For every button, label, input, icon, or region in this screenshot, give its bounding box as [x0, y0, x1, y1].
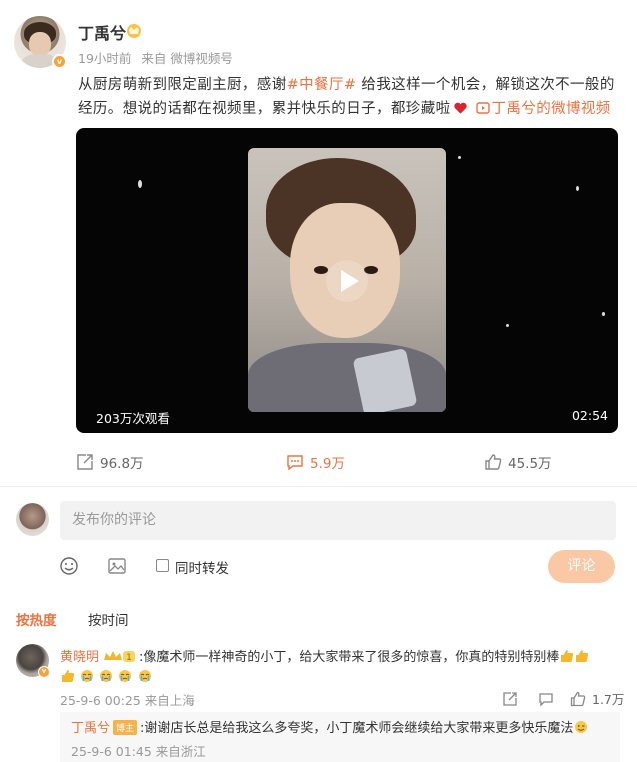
thumbs-up-icon	[561, 650, 574, 662]
comment-icon	[287, 455, 303, 471]
blogger-badge: 博主	[113, 720, 138, 735]
repost-checkbox[interactable]	[156, 559, 169, 572]
thumbs-up-icon	[576, 650, 589, 662]
sort-by-time-tab[interactable]: 按时间	[88, 609, 129, 629]
video-duration: 02:54	[571, 408, 608, 423]
current-user-avatar[interactable]	[16, 503, 49, 536]
verified-badge-icon: v	[38, 666, 50, 678]
post-time[interactable]: 19小时前	[78, 51, 131, 66]
post-source: 来自 微博视频号	[141, 51, 233, 66]
crying-face-icon	[81, 670, 94, 682]
comment-like-count: 1.7万	[592, 692, 625, 707]
like-icon	[485, 454, 502, 470]
video-link-icon	[475, 102, 490, 114]
comment-emoji-row	[60, 669, 152, 685]
crying-face-icon	[119, 670, 132, 682]
wink-face-icon	[575, 721, 588, 733]
verified-badge-icon: v	[52, 54, 67, 69]
emoji-icon[interactable]	[59, 556, 79, 576]
heart-icon	[453, 102, 467, 114]
sort-by-hot-tab[interactable]: 按热度	[16, 609, 57, 629]
reply-body: :谢谢店长总是给我这么多夸奖，小丁魔术师会继续给大家带来更多快乐魔法	[140, 721, 574, 736]
like-button[interactable]: 45.5万	[484, 452, 552, 472]
comment-actions: 1.7万	[502, 689, 624, 708]
reply-author-name[interactable]: 丁禹兮	[71, 721, 110, 736]
svg-text:1: 1	[126, 653, 132, 663]
comment-button[interactable]: 5.9万	[286, 452, 345, 472]
image-icon[interactable]	[107, 556, 127, 576]
post-meta: 19小时前 来自 微博视频号	[78, 48, 239, 67]
commenter-name[interactable]: 黄晓明	[60, 650, 99, 665]
post-text: 从厨房萌新到限定副主厨，感谢#中餐厅# 给我这样一个机会，解锁这次不一般的经历。…	[78, 73, 623, 121]
comment-like-icon[interactable]	[570, 691, 586, 707]
divider	[0, 486, 637, 487]
comment-body: :像魔术师一样神奇的小丁，给大家带来了很多的惊喜，你真的特别特别棒	[139, 650, 560, 665]
crown-icon	[127, 24, 141, 38]
crying-face-icon	[100, 670, 113, 682]
reply-meta: 25-9-6 01:45 来自浙江	[71, 744, 206, 759]
reply-box: 丁禹兮 博主:谢谢店长总是给我这么多夸奖，小丁魔术师会继续给大家带来更多快乐魔法 …	[60, 712, 620, 762]
repost-count: 96.8万	[100, 456, 144, 472]
thumbs-up-icon	[62, 670, 75, 682]
video-player[interactable]: 203万次观看 02:54	[76, 128, 618, 433]
video-link[interactable]: 丁禹兮的微博视频	[492, 101, 611, 117]
reply-text: 丁禹兮 博主:谢谢店长总是给我这么多夸奖，小丁魔术师会继续给大家带来更多快乐魔法	[71, 717, 588, 736]
comment-input[interactable]: 发布你的评论	[60, 501, 616, 540]
crying-face-icon	[138, 670, 151, 682]
reply-icon[interactable]	[538, 691, 554, 707]
comment-text: 黄晓明 1 :像魔术师一样神奇的小丁，给大家带来了很多的惊喜，你真的特别特别棒	[60, 646, 589, 665]
comment-count: 5.9万	[310, 456, 345, 472]
play-icon[interactable]	[325, 259, 369, 303]
repost-icon	[77, 454, 93, 470]
vip-level-icon: 1	[104, 651, 136, 663]
comment-meta: 25-9-6 00:25 来自上海	[60, 693, 195, 708]
repost-checkbox-label[interactable]: 同时转发	[175, 557, 229, 577]
video-views: 203万次观看	[96, 411, 170, 426]
repost-button[interactable]: 96.8万	[76, 452, 144, 472]
like-count: 45.5万	[508, 456, 552, 472]
hashtag-link[interactable]: #中餐厅#	[287, 77, 357, 93]
action-bar: 96.8万 5.9万 45.5万	[0, 448, 637, 476]
author-name[interactable]: 丁禹兮	[78, 20, 126, 44]
submit-comment-button[interactable]: 评论	[548, 550, 615, 583]
share-icon[interactable]	[502, 691, 518, 707]
post-text-part1: 从厨房萌新到限定副主厨，感谢	[78, 77, 287, 93]
